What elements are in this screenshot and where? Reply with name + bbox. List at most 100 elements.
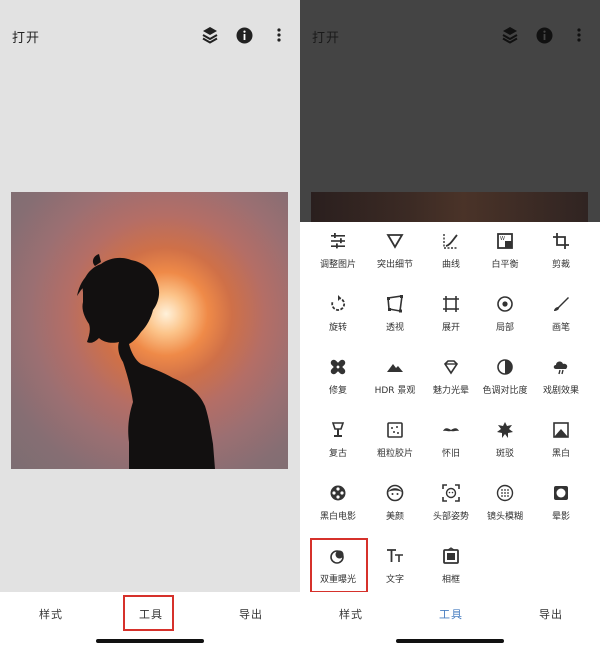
tool-label: 美颜 — [385, 512, 404, 522]
tool-vignette[interactable]: 晕影 — [531, 478, 591, 538]
tool-label: 文字 — [385, 575, 404, 585]
layers-icon[interactable] — [201, 25, 219, 45]
tool-label: 画笔 — [551, 323, 570, 333]
tool-head-pose[interactable]: 头部姿势 — [421, 478, 481, 538]
tool-label: 斑驳 — [495, 449, 514, 459]
tool-details[interactable]: 突出细节 — [365, 226, 425, 286]
tool-label: 色调对比度 — [482, 386, 528, 396]
tool-healing[interactable]: 修复 — [308, 352, 368, 412]
tool-brush[interactable]: 画笔 — [531, 289, 591, 349]
tool-label: 曲线 — [441, 260, 460, 270]
tool-noir[interactable]: 黑白电影 — [308, 478, 368, 538]
svg-text:W: W — [500, 236, 505, 242]
tool-label: 修复 — [328, 386, 347, 396]
expand-icon — [443, 296, 459, 312]
tool-label: 魅力光晕 — [432, 386, 469, 396]
perspective-icon — [387, 295, 403, 313]
tool-label: 展开 — [441, 323, 460, 333]
info-icon[interactable] — [535, 25, 553, 45]
more-vertical-icon[interactable] — [570, 25, 588, 45]
tool-expand[interactable]: 展开 — [421, 289, 481, 349]
tool-selective[interactable]: 局部 — [475, 289, 535, 349]
healing-icon — [330, 359, 346, 375]
tool-label: 头部姿势 — [432, 512, 469, 522]
tool-white-balance[interactable]: W 白平衡 — [475, 226, 535, 286]
tool-grainy-film[interactable]: 粗粒胶片 — [365, 415, 425, 475]
tool-label: 晕影 — [551, 512, 570, 522]
info-icon[interactable] — [235, 25, 253, 45]
tools-sheet: 调整图片 突出细节 曲线 W 白平衡 剪裁 旋转 透视 展开 局部 画笔 修复 … — [300, 222, 600, 592]
tool-tonal-contrast[interactable]: 色调对比度 — [475, 352, 535, 412]
black-white-icon — [553, 422, 569, 438]
tool-label: 怀旧 — [441, 449, 460, 459]
tool-label: 调整图片 — [319, 260, 356, 270]
selective-icon — [497, 296, 513, 312]
tool-label: 戏剧效果 — [542, 386, 579, 396]
tools-tab-highlight — [123, 595, 174, 631]
tab-tools[interactable]: 工具 — [439, 606, 463, 622]
head-pose-icon — [442, 484, 460, 502]
tool-face-enhance[interactable]: 美颜 — [365, 478, 425, 538]
tool-retrolux[interactable]: 怀旧 — [421, 415, 481, 475]
screenshot-root: 打开 样式 工具 导出 打开 调整图片 突出细节 曲线 W 白平衡 剪裁 旋转 … — [0, 0, 600, 649]
dimmed-photo — [311, 192, 588, 222]
tool-label: 镜头模糊 — [486, 512, 523, 522]
glamour-glow-icon — [443, 360, 459, 375]
open-button[interactable]: 打开 — [312, 27, 340, 46]
crop-icon — [553, 233, 569, 249]
top-bar: 打开 — [0, 0, 300, 72]
layers-icon[interactable] — [501, 25, 519, 45]
tool-perspective[interactable]: 透视 — [365, 289, 425, 349]
tool-label: 局部 — [495, 323, 514, 333]
face-enhance-icon — [386, 484, 404, 502]
open-button[interactable]: 打开 — [12, 27, 40, 46]
tab-styles[interactable]: 样式 — [339, 606, 363, 622]
tool-lens-blur[interactable]: 镜头模糊 — [475, 478, 535, 538]
rotate-icon — [331, 295, 346, 311]
double-exposure-highlight — [310, 538, 368, 593]
noir-icon — [330, 485, 346, 501]
white-balance-icon: W — [497, 233, 513, 249]
frames-icon — [443, 547, 459, 564]
tool-curves[interactable]: 曲线 — [421, 226, 481, 286]
tool-glamour-glow[interactable]: 魅力光晕 — [421, 352, 481, 412]
tool-grunge[interactable]: 斑驳 — [475, 415, 535, 475]
vintage-icon — [331, 422, 345, 437]
lens-blur-icon — [496, 484, 514, 502]
tool-label: 白平衡 — [491, 260, 519, 270]
tool-crop[interactable]: 剪裁 — [531, 226, 591, 286]
tab-export[interactable]: 导出 — [539, 606, 563, 622]
tool-drama[interactable]: 戏剧效果 — [531, 352, 591, 412]
tool-vintage[interactable]: 复古 — [308, 415, 368, 475]
tool-label: 相框 — [441, 575, 460, 585]
text-icon — [387, 549, 403, 562]
tool-black-white[interactable]: 黑白 — [531, 415, 591, 475]
tool-label: 透视 — [385, 323, 404, 333]
tune-icon — [331, 233, 345, 249]
hdr-icon — [387, 364, 403, 372]
tonal-contrast-icon — [497, 359, 513, 375]
tool-hdr[interactable]: HDR 景观 — [365, 352, 425, 412]
drama-icon — [553, 361, 568, 375]
tool-label: 黑白电影 — [319, 512, 356, 522]
tool-tune-image[interactable]: 调整图片 — [308, 226, 368, 286]
tab-styles[interactable]: 样式 — [39, 606, 63, 622]
right-screen: 打开 调整图片 突出细节 曲线 W 白平衡 剪裁 旋转 透视 展开 局部 画笔 … — [300, 0, 600, 649]
details-icon — [386, 234, 404, 249]
tool-label: 粗粒胶片 — [376, 449, 413, 459]
tool-label: 突出细节 — [376, 260, 413, 270]
grainy-film-icon — [387, 422, 403, 438]
tool-label: 复古 — [328, 449, 347, 459]
vignette-icon — [554, 486, 568, 500]
grunge-icon — [497, 422, 513, 438]
tool-rotate[interactable]: 旋转 — [308, 289, 368, 349]
tool-label: 黑白 — [551, 449, 570, 459]
more-vertical-icon[interactable] — [270, 25, 288, 45]
tab-export[interactable]: 导出 — [239, 606, 263, 622]
edited-photo — [11, 192, 288, 469]
curves-icon — [443, 234, 458, 249]
tool-label: HDR 景观 — [374, 386, 416, 396]
tool-label: 剪裁 — [551, 260, 570, 270]
brush-icon — [554, 297, 569, 311]
top-bar-dimmed: 打开 — [300, 0, 600, 72]
